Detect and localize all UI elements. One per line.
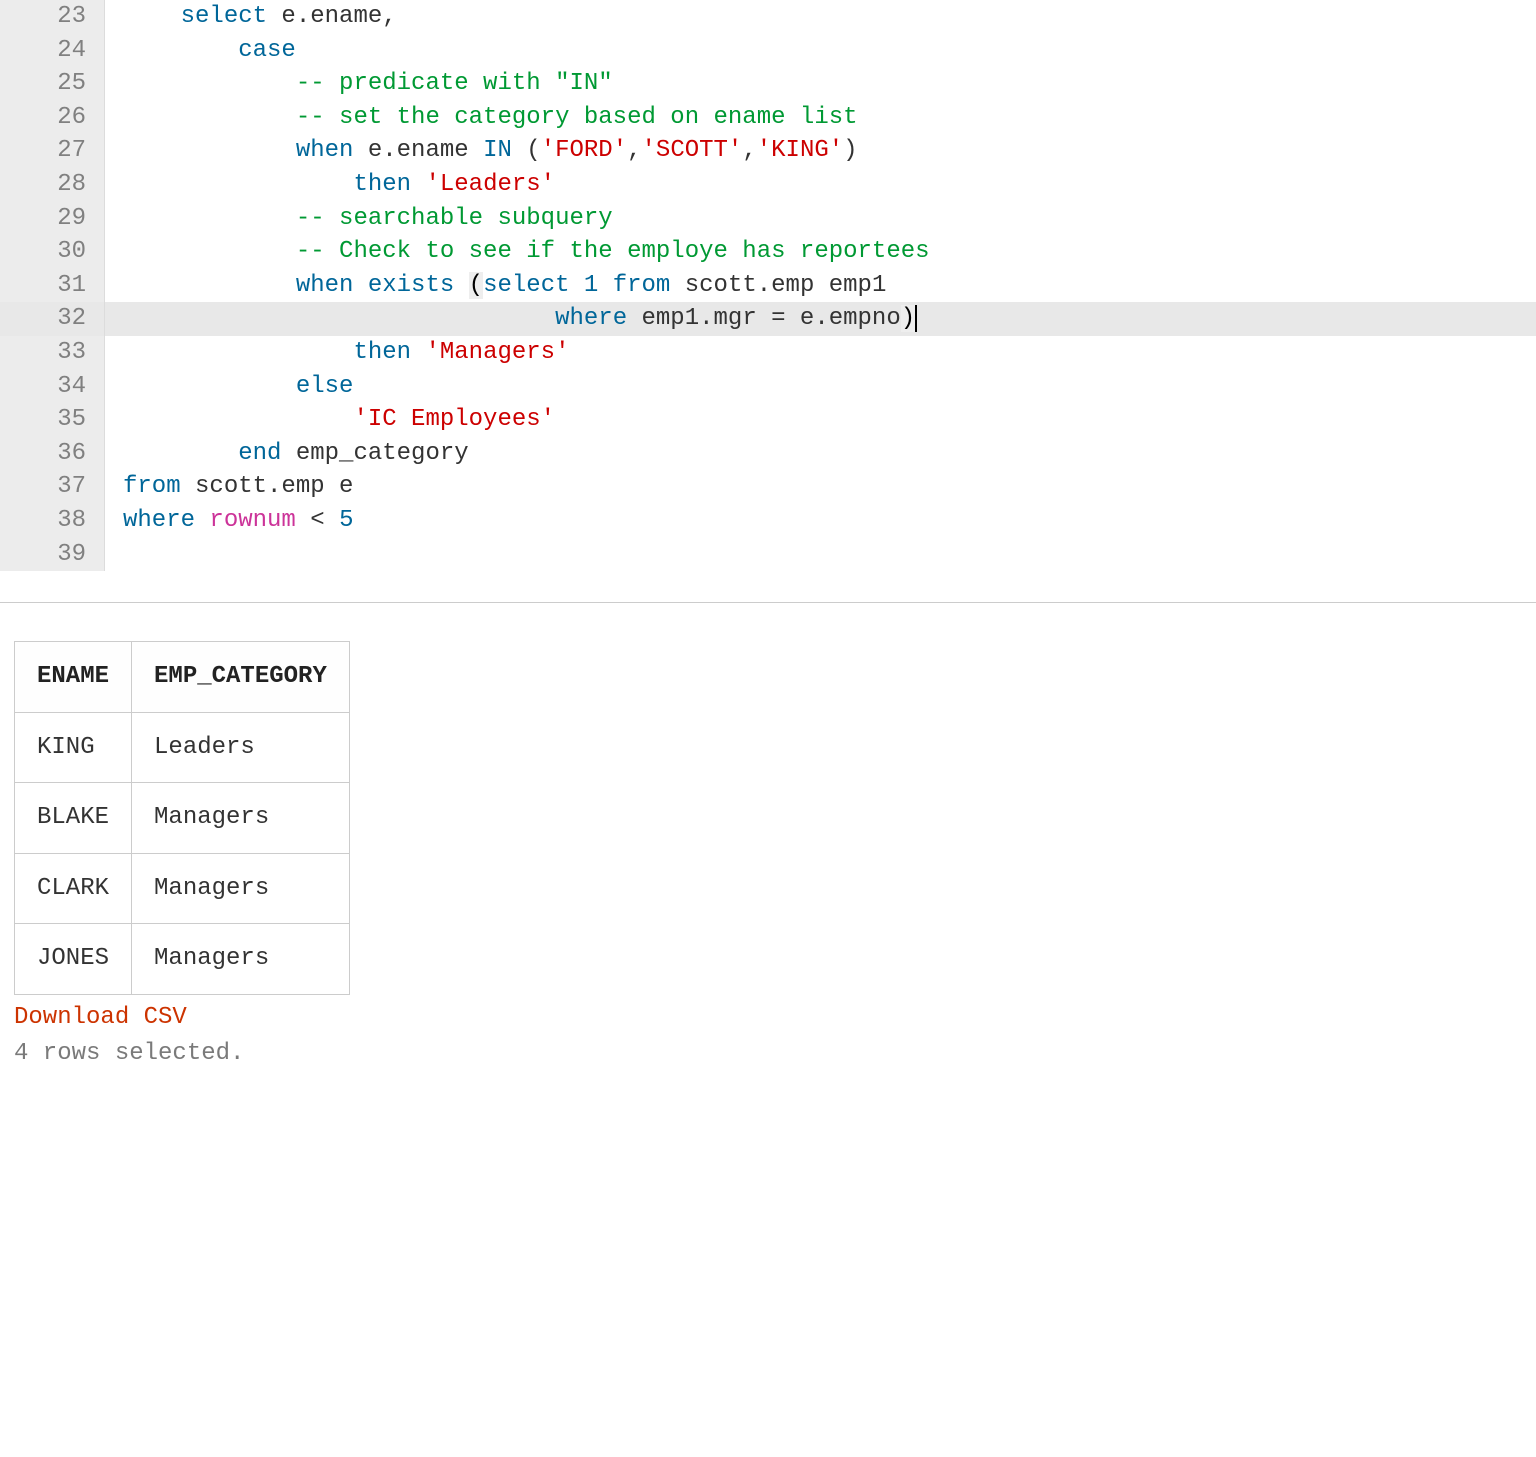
- download-csv-link[interactable]: Download CSV: [14, 1001, 187, 1035]
- code-line[interactable]: 26 -- set the category based on ename li…: [0, 101, 1536, 135]
- table-row: KINGLeaders: [15, 712, 350, 783]
- code-text[interactable]: where rownum < 5: [105, 504, 1536, 538]
- code-text[interactable]: end emp_category: [105, 437, 1536, 471]
- code-text[interactable]: -- predicate with "IN": [105, 67, 1536, 101]
- code-line[interactable]: 32 where emp1.mgr = e.empno): [0, 302, 1536, 336]
- table-cell: Leaders: [132, 712, 350, 783]
- gutter-line-number: 33: [0, 336, 105, 370]
- code-text[interactable]: then 'Managers': [105, 336, 1536, 370]
- code-text[interactable]: when exists (select 1 from scott.emp emp…: [105, 269, 1536, 303]
- table-row: CLARKManagers: [15, 853, 350, 924]
- table-cell: JONES: [15, 924, 132, 995]
- gutter-line-number: 24: [0, 34, 105, 68]
- code-line[interactable]: 38where rownum < 5: [0, 504, 1536, 538]
- sql-editor[interactable]: 23 select e.ename,24 case25 -- predicate…: [0, 0, 1536, 571]
- code-text[interactable]: case: [105, 34, 1536, 68]
- code-text[interactable]: when e.ename IN ('FORD','SCOTT','KING'): [105, 134, 1536, 168]
- gutter-line-number: 34: [0, 370, 105, 404]
- gutter-line-number: 36: [0, 437, 105, 471]
- table-cell: CLARK: [15, 853, 132, 924]
- gutter-line-number: 29: [0, 202, 105, 236]
- code-text[interactable]: else: [105, 370, 1536, 404]
- gutter-line-number: 26: [0, 101, 105, 135]
- code-text[interactable]: [105, 538, 1536, 572]
- gutter-line-number: 39: [0, 538, 105, 572]
- gutter-line-number: 38: [0, 504, 105, 538]
- table-row: BLAKEManagers: [15, 783, 350, 854]
- code-line[interactable]: 34 else: [0, 370, 1536, 404]
- column-header: ENAME: [15, 642, 132, 713]
- code-text[interactable]: -- searchable subquery: [105, 202, 1536, 236]
- code-text[interactable]: select e.ename,: [105, 0, 1536, 34]
- code-line[interactable]: 37from scott.emp e: [0, 470, 1536, 504]
- results-table: ENAMEEMP_CATEGORY KINGLeadersBLAKEManage…: [14, 641, 350, 995]
- table-cell: Managers: [132, 853, 350, 924]
- code-text[interactable]: -- Check to see if the employe has repor…: [105, 235, 1536, 269]
- table-cell: BLAKE: [15, 783, 132, 854]
- table-cell: Managers: [132, 783, 350, 854]
- column-header: EMP_CATEGORY: [132, 642, 350, 713]
- code-line[interactable]: 29 -- searchable subquery: [0, 202, 1536, 236]
- code-text[interactable]: where emp1.mgr = e.empno): [105, 302, 1536, 336]
- gutter-line-number: 37: [0, 470, 105, 504]
- code-line[interactable]: 39: [0, 538, 1536, 572]
- gutter-line-number: 35: [0, 403, 105, 437]
- gutter-line-number: 30: [0, 235, 105, 269]
- gutter-line-number: 31: [0, 269, 105, 303]
- row-count-label: 4 rows selected.: [14, 1037, 1522, 1071]
- code-text[interactable]: -- set the category based on ename list: [105, 101, 1536, 135]
- code-line[interactable]: 31 when exists (select 1 from scott.emp …: [0, 269, 1536, 303]
- code-text[interactable]: then 'Leaders': [105, 168, 1536, 202]
- code-line[interactable]: 23 select e.ename,: [0, 0, 1536, 34]
- code-line[interactable]: 35 'IC Employees': [0, 403, 1536, 437]
- code-line[interactable]: 36 end emp_category: [0, 437, 1536, 471]
- table-cell: KING: [15, 712, 132, 783]
- gutter-line-number: 23: [0, 0, 105, 34]
- code-text[interactable]: from scott.emp e: [105, 470, 1536, 504]
- code-line[interactable]: 30 -- Check to see if the employe has re…: [0, 235, 1536, 269]
- gutter-line-number: 28: [0, 168, 105, 202]
- table-row: JONESManagers: [15, 924, 350, 995]
- code-line[interactable]: 28 then 'Leaders': [0, 168, 1536, 202]
- code-line[interactable]: 24 case: [0, 34, 1536, 68]
- code-line[interactable]: 25 -- predicate with "IN": [0, 67, 1536, 101]
- table-cell: Managers: [132, 924, 350, 995]
- gutter-line-number: 32: [0, 302, 105, 336]
- code-line[interactable]: 33 then 'Managers': [0, 336, 1536, 370]
- gutter-line-number: 27: [0, 134, 105, 168]
- gutter-line-number: 25: [0, 67, 105, 101]
- editor-results-divider: [0, 571, 1536, 603]
- code-text[interactable]: 'IC Employees': [105, 403, 1536, 437]
- code-line[interactable]: 27 when e.ename IN ('FORD','SCOTT','KING…: [0, 134, 1536, 168]
- query-results: ENAMEEMP_CATEGORY KINGLeadersBLAKEManage…: [0, 603, 1536, 1080]
